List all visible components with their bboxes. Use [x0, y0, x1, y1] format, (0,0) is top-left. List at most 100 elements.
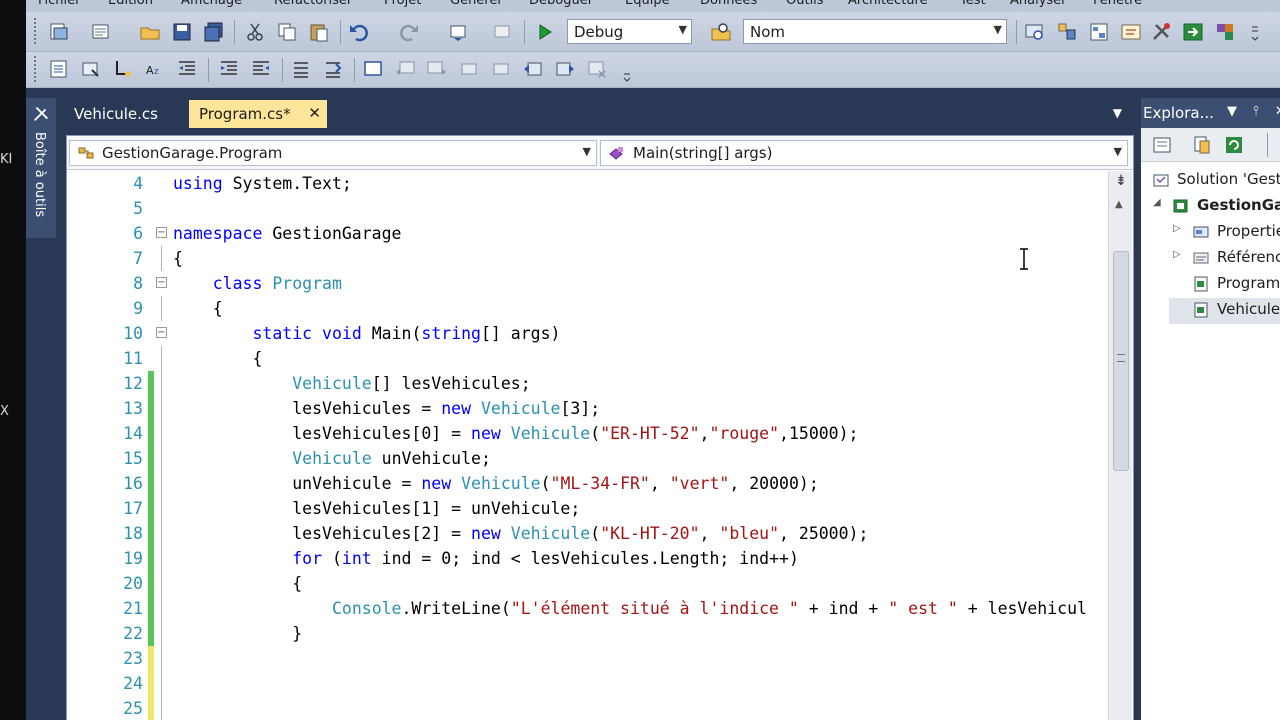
indent-icon[interactable] — [218, 58, 240, 80]
toolbar-grip[interactable] — [34, 18, 39, 44]
code-line[interactable]: 12 Vehicule[] lesVehicules; — [67, 371, 1107, 396]
panel-window-controls[interactable]: ▼ ⫯ ✕ — [1227, 104, 1280, 119]
menu-item[interactable]: Données — [700, 0, 757, 8]
next-bookmark-in-folder-icon[interactable] — [490, 58, 512, 80]
solution-configuration-select[interactable]: Debug ▼ — [567, 19, 692, 44]
solution-tree-item[interactable]: ◢ GestionGarage — [1149, 194, 1280, 220]
code-line[interactable]: 7{ — [67, 246, 1107, 271]
scrollbar-thumb[interactable] — [1113, 251, 1129, 471]
toolbar-overflow-icon[interactable] — [1244, 21, 1259, 43]
refresh-icon[interactable] — [1223, 134, 1245, 156]
menu-item[interactable]: Equipe — [625, 0, 670, 8]
expanded-arrow-icon[interactable]: ◢ — [1153, 197, 1161, 208]
code-line[interactable]: 6 − namespace GestionGarage — [67, 221, 1107, 246]
comment-lines-icon[interactable] — [290, 58, 312, 80]
clear-bookmarks-icon[interactable] — [586, 58, 608, 80]
tab-vehicule-cs[interactable]: Vehicule.cs — [64, 100, 168, 128]
next-bookmark-in-document-icon[interactable] — [554, 58, 576, 80]
previous-bookmark-icon[interactable] — [394, 58, 416, 80]
extension-manager-icon[interactable] — [1214, 21, 1236, 43]
toolbox-icon[interactable] — [1150, 21, 1172, 43]
menu-item[interactable]: Architecture — [848, 0, 928, 8]
menu-item[interactable]: Déboguer — [529, 0, 593, 8]
toolbox-side-tab[interactable]: Boîte à outils — [26, 98, 56, 238]
navigate-forward-icon[interactable] — [492, 21, 514, 43]
code-line[interactable]: 22 } — [67, 621, 1107, 646]
collapsed-arrow-icon[interactable]: ▷ — [1173, 223, 1181, 234]
save-all-icon[interactable] — [203, 21, 225, 43]
open-file-icon[interactable] — [139, 21, 161, 43]
code-line[interactable]: 14 lesVehicules[0] = new Vehicule("ER-HT… — [67, 421, 1107, 446]
split-window-icon[interactable]: ⇟ — [1112, 173, 1130, 191]
solution-tree-item[interactable]: Solution 'GestionGarage' — [1149, 168, 1280, 194]
code-line[interactable]: 13 lesVehicules = new Vehicule[3]; — [67, 396, 1107, 421]
solution-tree-item[interactable]: ▷ Properties — [1169, 220, 1280, 246]
quick-info-icon[interactable] — [112, 58, 134, 80]
collapse-region-icon[interactable]: − — [156, 277, 167, 288]
save-icon[interactable] — [171, 21, 193, 43]
active-files-dropdown-icon[interactable]: ▼ — [1113, 106, 1122, 120]
previous-bookmark-in-folder-icon[interactable] — [458, 58, 480, 80]
start-debugging-icon[interactable] — [534, 21, 556, 43]
add-item-icon[interactable] — [90, 21, 112, 43]
toggle-bookmark-icon[interactable] — [362, 58, 384, 80]
code-line[interactable]: 10 − static void Main(string[] args) — [67, 321, 1107, 346]
menu-item[interactable]: Refactoriser — [274, 0, 352, 8]
display-object-members-icon[interactable] — [48, 58, 70, 80]
new-project-icon[interactable] — [48, 21, 70, 43]
menu-item[interactable]: Outils — [786, 0, 824, 8]
find-symbol-icon[interactable] — [1024, 21, 1046, 43]
code-line[interactable]: 11 { — [67, 346, 1107, 371]
redo-icon[interactable] — [398, 21, 420, 43]
menu-item[interactable]: Edition — [108, 0, 153, 8]
find-combo[interactable]: Nom ▼ — [743, 19, 1007, 44]
complete-word-icon[interactable]: Az — [144, 58, 166, 80]
menu-item[interactable]: Fenêtre — [1093, 0, 1142, 8]
code-line[interactable]: 20 { — [67, 571, 1107, 596]
close-icon[interactable]: ✕ — [308, 104, 321, 122]
menu-item[interactable]: Fichier — [38, 0, 81, 8]
code-line[interactable]: 16 unVehicule = new Vehicule("ML-34-FR",… — [67, 471, 1107, 496]
code-line[interactable]: 5 — [67, 196, 1107, 221]
tab-program-cs[interactable]: Program.cs* ✕ — [189, 100, 327, 128]
paste-icon[interactable] — [308, 21, 330, 43]
decrease-line-indent-icon[interactable] — [176, 58, 198, 80]
show-all-files-icon[interactable] — [1191, 134, 1213, 156]
properties-window-icon[interactable] — [1088, 21, 1110, 43]
previous-bookmark-in-document-icon[interactable] — [522, 58, 544, 80]
solution-explorer-icon[interactable] — [1056, 21, 1078, 43]
code-line[interactable]: 4 using System.Text; — [67, 171, 1107, 196]
code-text-area[interactable]: 4 using System.Text; 5 6− namespace GestionG… — [67, 171, 1107, 720]
collapse-region-icon[interactable]: − — [156, 227, 167, 238]
code-line[interactable]: 8 − class Program — [67, 271, 1107, 296]
menu-item[interactable]: Affichage — [181, 0, 242, 8]
solution-tree-item[interactable]: Program.cs — [1169, 272, 1280, 298]
menu-item[interactable]: Analyser — [1010, 0, 1067, 8]
menu-item[interactable]: Test — [960, 0, 986, 8]
toolbar-grip[interactable] — [34, 56, 39, 82]
code-line[interactable]: 18 lesVehicules[2] = new Vehicule("KL-HT… — [67, 521, 1107, 546]
cut-icon[interactable] — [244, 21, 266, 43]
code-line[interactable]: 19 for (int ind = 0; ind < lesVehicules.… — [67, 546, 1107, 571]
vertical-scrollbar[interactable]: ⇟ ▲ — [1108, 171, 1132, 720]
code-line[interactable]: 25 — [67, 696, 1107, 720]
copy-icon[interactable] — [276, 21, 298, 43]
toolbar-overflow-icon[interactable] — [616, 60, 631, 82]
parameter-info-icon[interactable] — [80, 58, 102, 80]
code-line[interactable]: 9 { — [67, 296, 1107, 321]
members-select[interactable]: Main(string[] args) ▼ — [600, 140, 1128, 166]
code-line[interactable]: 17 lesVehicules[1] = unVehicule; — [67, 496, 1107, 521]
collapsed-arrow-icon[interactable]: ▷ — [1173, 249, 1181, 260]
object-browser-icon[interactable] — [1120, 21, 1142, 43]
menu-item[interactable]: Projet — [384, 0, 421, 8]
collapse-region-icon[interactable]: − — [156, 327, 167, 338]
menu-item[interactable]: Générer — [450, 0, 503, 8]
undo-icon[interactable] — [348, 21, 370, 43]
code-line[interactable]: 15 Vehicule unVehicule; — [67, 446, 1107, 471]
navigate-backward-icon[interactable] — [448, 21, 470, 43]
outdent-icon[interactable] — [250, 58, 272, 80]
properties-icon[interactable] — [1151, 134, 1173, 156]
uncomment-lines-icon[interactable] — [322, 58, 344, 80]
start-page-icon[interactable] — [1182, 21, 1204, 43]
scroll-up-icon[interactable]: ▲ — [1115, 199, 1123, 210]
